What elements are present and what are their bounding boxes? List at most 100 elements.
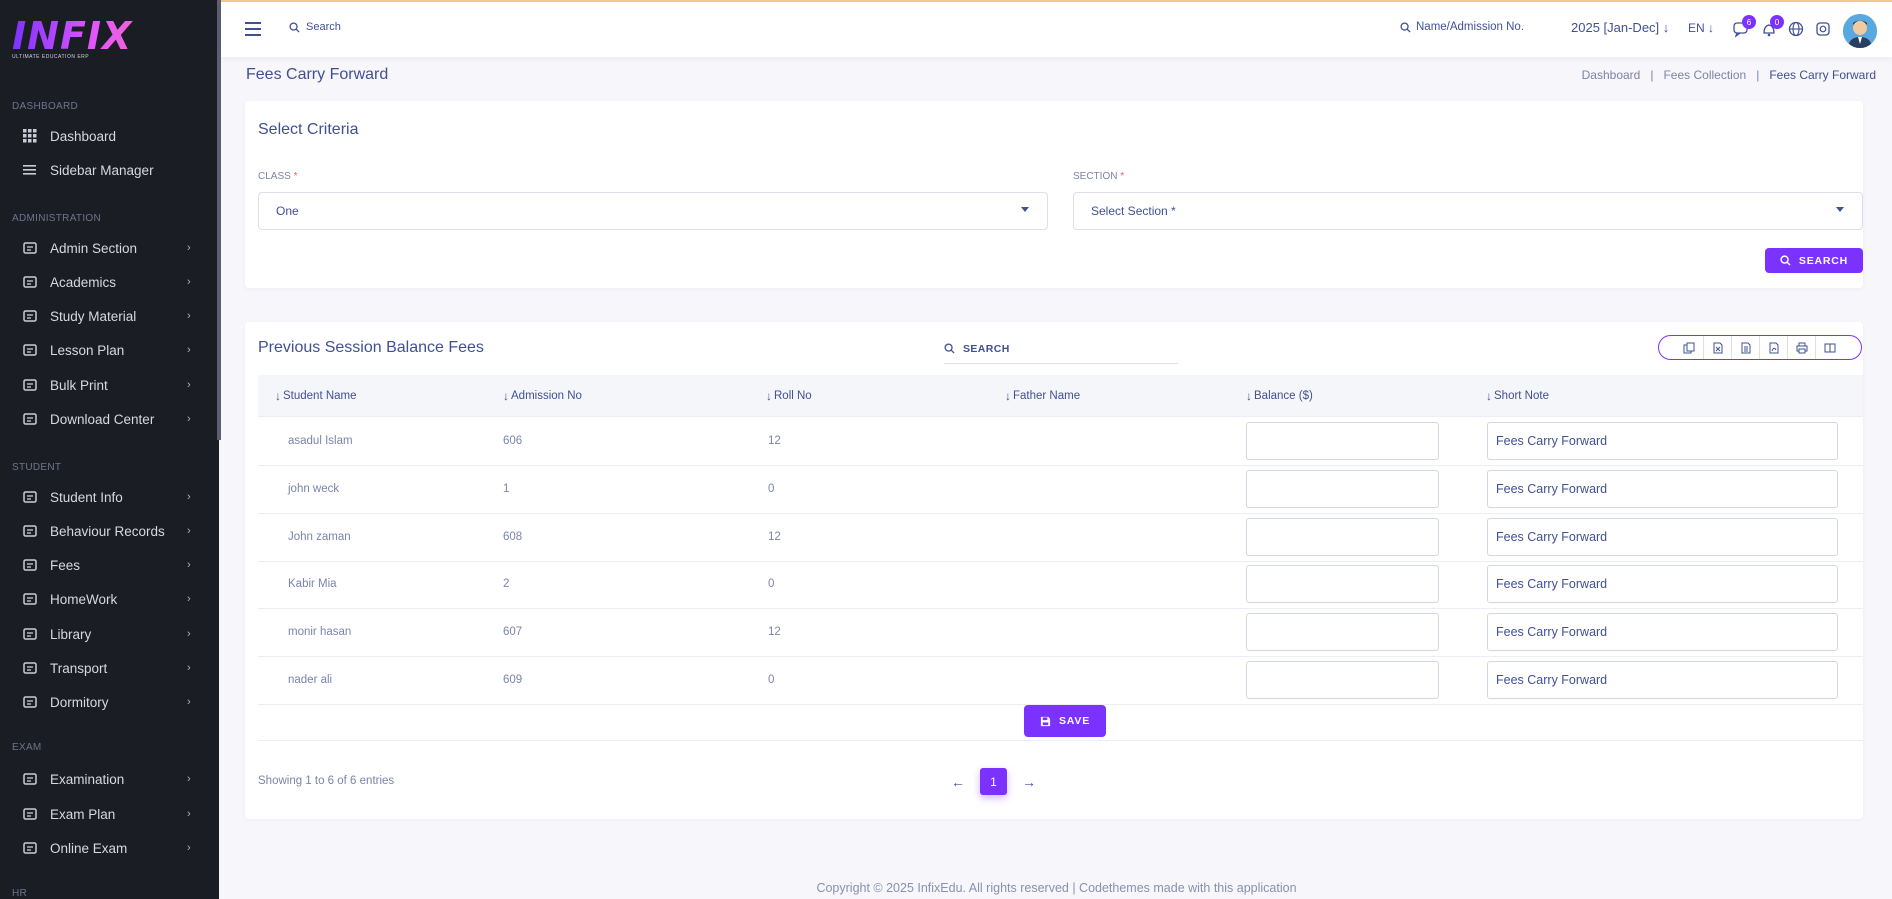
excel-button[interactable] [1703, 336, 1731, 359]
balance-input[interactable] [1246, 613, 1439, 652]
sidebar-item-transport[interactable]: Transport › [0, 654, 217, 682]
breadcrumb-separator: | [1650, 68, 1654, 82]
sidebar-item-bulk-print[interactable]: Bulk Print › [0, 371, 217, 399]
chat-icon[interactable]: 6 [1732, 15, 1756, 38]
name-admission-search[interactable]: Name/Admission No. [1400, 21, 1524, 33]
page-number[interactable]: 1 [980, 768, 1007, 795]
sidebar-item-study-material[interactable]: Study Material › [0, 302, 217, 330]
print-icon [1796, 342, 1807, 353]
column-header-father-name[interactable]: ↓ Father Name [1005, 389, 1080, 403]
brand-logo[interactable]: INFIX ULTIMATE EDUCATION ERP [12, 16, 172, 64]
search-icon [944, 343, 955, 354]
pdf-button[interactable] [1759, 336, 1787, 359]
sidebar-item-sidebar-manager[interactable]: Sidebar Manager [0, 156, 217, 184]
next-page-icon[interactable]: → [1019, 772, 1039, 792]
pdf-icon [1769, 342, 1778, 353]
user-icon [22, 489, 38, 505]
notification-badge: 0 [1770, 15, 1784, 29]
sidebar-item-academics[interactable]: Academics › [0, 268, 217, 296]
sidebar-item-label: Lesson Plan [50, 342, 125, 358]
sidebar-scrollbar[interactable] [217, 0, 221, 440]
short-note-input[interactable]: Fees Carry Forward [1487, 613, 1838, 652]
column-header-admission-no[interactable]: ↓ Admission No [503, 389, 582, 403]
language-selector[interactable]: EN ↓ [1688, 21, 1714, 35]
sidebar-item-library[interactable]: Library › [0, 620, 217, 648]
session-selector[interactable]: 2025 [Jan-Dec] ↓ [1571, 20, 1669, 35]
sidebar-item-label: HomeWork [50, 591, 118, 607]
sidebar-item-examination[interactable]: Examination › [0, 765, 217, 793]
columns-button[interactable] [1815, 336, 1843, 359]
sidebar-item-behaviour-records[interactable]: Behaviour Records › [0, 517, 217, 545]
short-note-input[interactable]: Fees Carry Forward [1487, 469, 1838, 508]
instagram-icon[interactable] [1814, 20, 1832, 38]
chevron-right-icon: › [187, 344, 191, 356]
name-admission-label: Name/Admission No. [1416, 21, 1525, 33]
sidebar-item-exam-plan[interactable]: Exam Plan › [0, 800, 217, 828]
save-button[interactable]: SAVE [1024, 705, 1106, 737]
sidebar-item-label: Academics [50, 274, 117, 290]
print-button[interactable] [1787, 336, 1815, 359]
chevron-right-icon: › [187, 310, 191, 322]
top-search[interactable]: Search [289, 21, 341, 33]
table-row: john weck 1 0 Fees Carry Forward [258, 466, 1863, 514]
chevron-right-icon: › [187, 242, 191, 254]
menu-toggle-icon[interactable] [245, 22, 263, 36]
short-note-input[interactable]: Fees Carry Forward [1487, 422, 1838, 460]
bell-icon[interactable]: 0 [1760, 15, 1784, 38]
class-label: CLASS * [258, 171, 298, 182]
breadcrumb-item[interactable]: Dashboard [1582, 68, 1641, 82]
column-header-student-name[interactable]: ↓ Student Name [275, 389, 357, 403]
sidebar-item-homework[interactable]: HomeWork › [0, 585, 217, 613]
column-header-balance[interactable]: ↓ Balance ($) [1246, 389, 1313, 403]
balance-input[interactable] [1246, 565, 1439, 604]
sidebar-item-label: Dashboard [50, 128, 117, 144]
sidebar-item-admin-section[interactable]: Admin Section › [0, 234, 217, 262]
sidebar-item-download-center[interactable]: Download Center › [0, 405, 217, 433]
search-button[interactable]: SEARCH [1765, 248, 1863, 273]
sidebar-item-online-exam[interactable]: Online Exam › [0, 834, 217, 862]
balance-input[interactable] [1246, 517, 1439, 556]
section-select[interactable]: Select Section * [1073, 192, 1863, 230]
chevron-right-icon: › [187, 696, 191, 708]
user-avatar[interactable] [1843, 14, 1877, 48]
library-icon [22, 626, 38, 642]
balance-input[interactable] [1246, 469, 1439, 508]
sidebar-item-label: Transport [50, 660, 108, 676]
short-note-input[interactable]: Fees Carry Forward [1487, 517, 1838, 556]
sidebar-item-label: Exam Plan [50, 806, 116, 822]
chevron-right-icon: › [187, 413, 191, 425]
chevron-right-icon: › [187, 628, 191, 640]
sidebar-item-label: Sidebar Manager [50, 162, 154, 178]
sidebar-item-lesson-plan[interactable]: Lesson Plan › [0, 336, 217, 364]
bus-icon [22, 660, 38, 676]
csv-button[interactable] [1731, 336, 1759, 359]
balance-input[interactable] [1246, 661, 1439, 699]
column-header-roll-no[interactable]: ↓ Roll No [766, 389, 812, 403]
sidebar-item-fees[interactable]: Fees › [0, 551, 217, 579]
chevron-right-icon: › [187, 808, 191, 820]
cell-admission-no: 607 [503, 626, 523, 639]
table-search-input[interactable]: SEARCH [944, 334, 1178, 364]
bars-icon [22, 162, 38, 178]
balance-input[interactable] [1246, 422, 1439, 460]
class-select[interactable]: One [258, 192, 1048, 230]
cell-roll-no: 12 [768, 435, 781, 447]
column-header-short-note[interactable]: ↓ Short Note [1486, 389, 1549, 403]
short-note-input[interactable]: Fees Carry Forward [1487, 661, 1838, 699]
breadcrumb-item[interactable]: Fees Collection [1663, 68, 1746, 82]
globe-icon[interactable] [1787, 20, 1805, 38]
sidebar-item-dormitory[interactable]: Dormitory › [0, 688, 217, 716]
short-note-input[interactable]: Fees Carry Forward [1487, 565, 1838, 604]
top-search-label: Search [306, 21, 341, 33]
sidebar-item-student-info[interactable]: Student Info › [0, 483, 217, 511]
cell-student-name: monir hasan [288, 626, 352, 639]
copy-button[interactable] [1675, 336, 1703, 359]
entries-info: Showing 1 to 6 of 6 entries [258, 775, 395, 787]
print-icon [22, 377, 38, 393]
previous-page-icon[interactable]: ← [948, 772, 968, 792]
section-label: SECTION * [1073, 171, 1125, 182]
sidebar-item-dashboard[interactable]: Dashboard [0, 122, 217, 150]
table-row: monir hasan 607 12 Fees Carry Forward [258, 609, 1863, 658]
table-row: Kabir Mia 2 0 Fees Carry Forward [258, 561, 1863, 610]
map-icon [22, 771, 38, 787]
